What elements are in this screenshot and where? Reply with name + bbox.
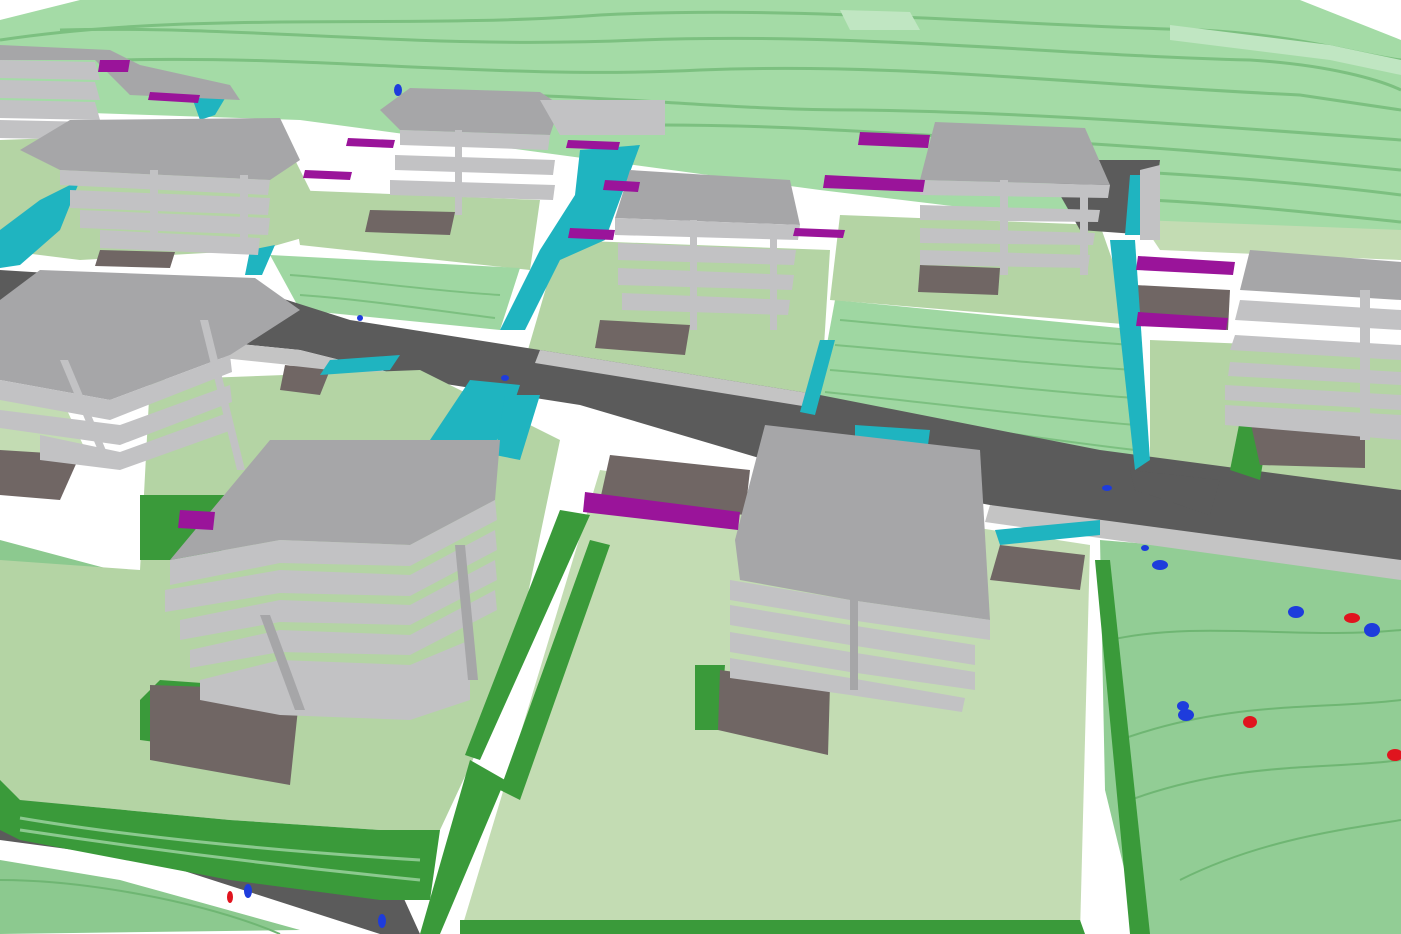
terrain-right-slope bbox=[1095, 540, 1401, 934]
3d-model-viewport[interactable] bbox=[0, 0, 1401, 934]
building-center-mid bbox=[615, 170, 800, 330]
building-front-center bbox=[730, 425, 990, 712]
site-model-render bbox=[0, 0, 1401, 934]
